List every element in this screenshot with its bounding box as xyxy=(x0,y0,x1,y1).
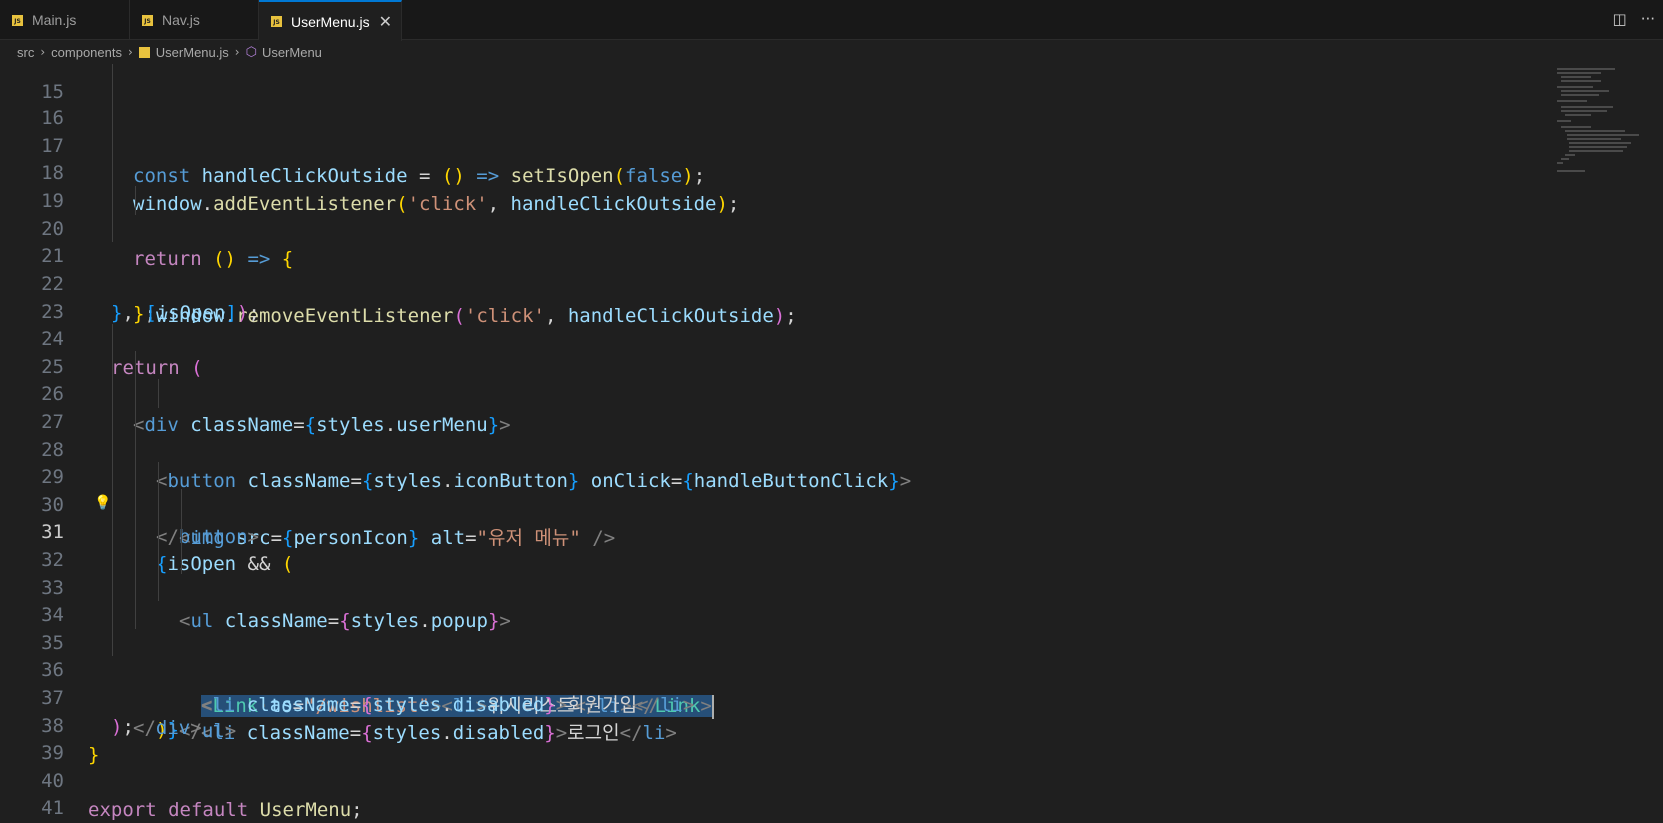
code-line: 21 }; xyxy=(0,213,1540,325)
tab-label: Nav.js xyxy=(162,12,200,28)
code-line-current: 31 💡 <Link·to="/wishlist"><li>위시리스트</li>… xyxy=(0,489,1540,719)
javascript-file-icon xyxy=(138,46,150,58)
code-line: 24 return ( xyxy=(0,296,1540,379)
javascript-file-icon: JS xyxy=(142,14,153,26)
more-actions-icon[interactable]: ··· xyxy=(1641,10,1655,28)
minimap[interactable] xyxy=(1553,64,1663,184)
tab-usermenu-js[interactable]: JS UserMenu.js ✕ xyxy=(259,0,402,41)
code-line: 38 } xyxy=(0,683,1540,766)
editor-tab-bar: JS Main.js JS Nav.js JS UserMenu.js ✕ ◫ … xyxy=(0,0,1663,41)
chevron-right-icon: › xyxy=(40,45,46,59)
code-line: 22 }, [isOpen]); xyxy=(0,241,1540,324)
code-token: ; xyxy=(351,799,363,821)
close-icon[interactable]: ✕ xyxy=(379,12,392,31)
code-line: 39 xyxy=(0,710,1540,764)
code-line: 37 ); xyxy=(0,655,1540,738)
tab-label: UserMenu.js xyxy=(291,13,370,30)
code-token: export xyxy=(88,799,157,821)
code-line: 41 xyxy=(0,765,1540,819)
code-line: 20 window.removeEventListener('click', h… xyxy=(0,186,1540,327)
code-line: 19 return () => { xyxy=(0,158,1540,270)
breadcrumb-item-src[interactable]: src xyxy=(17,45,34,60)
code-line: 29 {isOpen && ( xyxy=(0,434,1540,575)
code-line: 34 </ul> xyxy=(0,572,1540,742)
javascript-file-icon: JS xyxy=(12,14,23,26)
code-line: 17 window.addEventListener('click', hand… xyxy=(0,103,1540,215)
code-line: 32 <li className={styles.disabled}>회원가입<… xyxy=(0,517,1540,716)
breadcrumb-item-components[interactable]: components xyxy=(51,45,122,60)
tab-main-js[interactable]: JS Main.js xyxy=(0,0,130,40)
symbol-function-icon: ⬡ xyxy=(245,44,257,60)
chevron-right-icon: › xyxy=(234,45,240,59)
tab-nav-js[interactable]: JS Nav.js xyxy=(130,0,259,40)
code-token: default xyxy=(168,799,249,821)
code-line: 26 <button className={styles.iconButton}… xyxy=(0,351,1540,492)
code-line: 36 </div> xyxy=(0,627,1540,739)
chevron-right-icon: › xyxy=(127,45,133,59)
code-line: 16 const handleClickOutside = () => setI… xyxy=(0,75,1540,187)
javascript-file-icon: JS xyxy=(271,16,282,27)
code-line: 25 <div className={styles.userMenu}> xyxy=(0,324,1540,436)
lightbulb-icon[interactable]: 💡 xyxy=(94,495,111,511)
code-token: UserMenu xyxy=(259,799,352,821)
code-line: 35 )} xyxy=(0,600,1540,741)
code-line: 18 xyxy=(0,130,1540,184)
code-line: 23 xyxy=(0,269,1540,323)
code-line: 33 <li className={styles.disabled}>로그인</… xyxy=(0,545,1540,744)
code-line: 40 export default UserMenu; xyxy=(0,738,1540,821)
code-line: 28 </button> xyxy=(0,407,1540,548)
code-editor[interactable]: 15 16 const handleClickOutside = () => s… xyxy=(0,64,1663,823)
tab-label: Main.js xyxy=(32,12,77,28)
breadcrumb: src › components › UserMenu.js › ⬡ UserM… xyxy=(0,40,1663,64)
split-editor-icon[interactable]: ◫ xyxy=(1613,10,1627,28)
line-number: 41 xyxy=(41,797,64,819)
code-line: 27 <img src={personIcon} alt="유저 메뉴" /> xyxy=(0,379,1540,549)
code-line: 30 <ul className={styles.popup}> xyxy=(0,462,1540,632)
breadcrumb-item-symbol[interactable]: UserMenu xyxy=(262,45,322,60)
breadcrumb-item-file[interactable]: UserMenu.js xyxy=(156,45,229,60)
